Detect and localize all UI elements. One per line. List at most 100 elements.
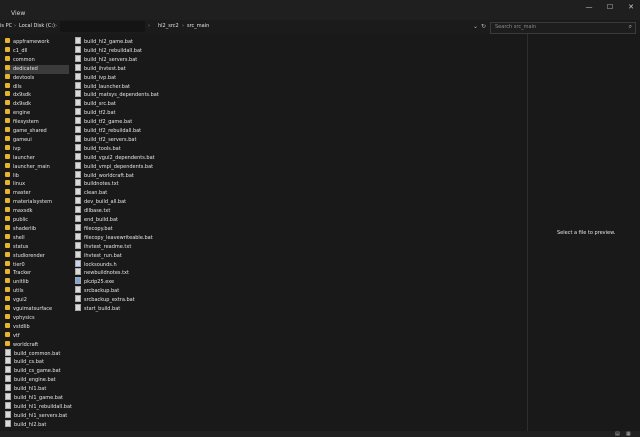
item-label: build_cs_game.bat	[14, 368, 61, 375]
file-item[interactable]: build_hl2_servers.bat	[75, 54, 153, 65]
file-item[interactable]: build_cs_game.bat	[5, 366, 69, 376]
file-item[interactable]: build_vmpi_dependents.bat	[75, 161, 153, 172]
folder-item[interactable]: unitlib	[5, 278, 69, 287]
folder-item[interactable]: vgui2	[5, 296, 69, 305]
item-label: dev_build_all.bat	[84, 199, 127, 206]
file-item[interactable]: dev_build_all.bat	[75, 197, 153, 207]
refresh-icon[interactable]: ↻	[481, 23, 486, 30]
file-item[interactable]: start_build.bat	[75, 304, 153, 314]
folder-item[interactable]: launcher_main	[5, 162, 69, 172]
breadcrumb-local-disk[interactable]: Local Disk (C:)	[19, 23, 55, 29]
search-box[interactable]: Search src_main ⌕	[490, 22, 636, 34]
folder-item[interactable]: status	[5, 242, 69, 252]
file-item[interactable]: build_cs.bat	[5, 357, 69, 367]
folder-item[interactable]: shell	[5, 233, 69, 243]
file-item[interactable]: build_hl1_game.bat	[5, 393, 69, 403]
file-item[interactable]: build_matsys_dependents.bat	[75, 90, 159, 100]
file-item[interactable]: build_tf2_rebuildall.bat	[75, 126, 153, 136]
tiles-view-icon[interactable]: ▦	[626, 431, 631, 437]
file-item[interactable]: build_launcher.bat	[75, 81, 153, 92]
file-item[interactable]: buildnotes.txt	[75, 179, 153, 189]
file-item[interactable]: srcbackup_extra.bat	[75, 295, 153, 305]
file-item[interactable]: build_tf2_servers.bat	[75, 134, 153, 145]
file-item[interactable]: build_hl2.bat	[5, 419, 69, 430]
folder-item[interactable]: devtools	[5, 73, 69, 83]
file-item[interactable]: build_hl2_game.bat	[75, 37, 153, 47]
menu-view[interactable]: View	[11, 10, 25, 17]
folder-item[interactable]: maxsdk	[5, 207, 69, 216]
file-icon	[75, 241, 81, 249]
folder-item[interactable]: Tracker	[5, 269, 69, 278]
folder-item[interactable]: engine	[5, 109, 69, 118]
folder-item[interactable]: filesystem	[5, 118, 69, 127]
file-item[interactable]: build_tf2.bat	[75, 108, 153, 118]
details-view-icon[interactable]: ▤	[615, 431, 620, 437]
folder-item[interactable]: c1_dll	[5, 46, 69, 56]
folder-item[interactable]: public	[5, 216, 69, 225]
preview-divider[interactable]	[527, 34, 528, 431]
folder-item[interactable]: gameui	[5, 135, 69, 145]
file-item[interactable]: build_hl1_rebuildall.bat	[5, 401, 72, 412]
file-icon	[75, 188, 81, 196]
file-item[interactable]: clean.bat	[75, 188, 153, 198]
breadcrumb-this-pc[interactable]: is PC	[0, 23, 12, 29]
folder-item[interactable]: linux	[5, 180, 69, 189]
file-item[interactable]: build_ivp.bat	[75, 72, 153, 83]
file-item[interactable]: ihvtest_run.bat	[75, 250, 153, 261]
folder-item[interactable]: lib	[5, 171, 69, 181]
folder-item[interactable]: dlls	[5, 82, 69, 92]
file-item[interactable]: build_tools.bat	[75, 143, 153, 154]
file-item[interactable]: build_hl1.bat	[5, 384, 69, 394]
file-item[interactable]: build_tf2_game.bat	[75, 117, 153, 127]
folder-item[interactable]: utils	[5, 287, 69, 296]
file-item[interactable]: build_vgui2_dependents.bat	[75, 152, 155, 163]
folder-item[interactable]: studiorender	[5, 251, 69, 261]
folder-item[interactable]: dx9sdk	[5, 91, 69, 100]
breadcrumb-src-main[interactable]: src_main	[187, 23, 209, 29]
file-item[interactable]: filecopy_leavewriteable.bat	[75, 232, 153, 243]
folder-item[interactable]: game_shared	[5, 127, 69, 136]
file-item[interactable]: build_worldcraft.bat	[75, 170, 153, 181]
folder-item[interactable]: tier0	[5, 260, 69, 270]
file-item[interactable]: pkzip25.exe	[75, 277, 153, 287]
folder-item[interactable]: dx9sdk	[5, 100, 69, 109]
file-item[interactable]: srcbackup.bat	[75, 286, 153, 296]
folder-item[interactable]: vstdlib	[5, 322, 69, 332]
search-input[interactable]: Search src_main	[495, 24, 536, 30]
file-icon	[75, 215, 81, 222]
breadcrumb-separator: ›	[14, 23, 16, 29]
folder-item[interactable]: common	[5, 55, 69, 65]
file-item[interactable]: dllbase.txt	[75, 206, 153, 216]
file-item[interactable]: build_engine.bat	[5, 375, 69, 385]
folder-item[interactable]: materialsystem	[5, 198, 69, 207]
file-item[interactable]: newbuildnotes.txt	[75, 268, 153, 278]
maximize-button[interactable]: ☐	[604, 2, 616, 12]
folder-item[interactable]: master	[5, 189, 69, 198]
breadcrumb-hl2-src2[interactable]: hl2_src2	[158, 23, 179, 29]
folder-item[interactable]: ivp	[5, 144, 69, 154]
file-item[interactable]: locksounds.h	[75, 259, 153, 270]
folder-item[interactable]: dedicated	[5, 64, 69, 74]
item-label: build_tf2_servers.bat	[84, 136, 137, 143]
folder-item[interactable]: vtf	[5, 331, 69, 341]
dropdown-icon[interactable]: ⌄	[473, 23, 478, 30]
file-item[interactable]: build_hl2_rebuildall.bat	[75, 45, 153, 56]
file-icon	[5, 410, 11, 418]
folder-item[interactable]: launcher	[5, 153, 69, 163]
file-item[interactable]: build_hl1_servers.bat	[5, 410, 69, 421]
file-item[interactable]: build_common.bat	[5, 348, 69, 359]
folder-item[interactable]: vphysics	[5, 313, 69, 323]
folder-item[interactable]: worldcraft	[5, 340, 69, 350]
minimize-button[interactable]: —	[583, 2, 595, 12]
close-button[interactable]: ✕	[625, 2, 637, 12]
file-item[interactable]: build_ihvtest.bat	[75, 63, 153, 74]
file-icon	[75, 286, 81, 294]
folder-item[interactable]: vguimatsurface	[5, 305, 69, 314]
file-item[interactable]: build_src.bat	[75, 99, 153, 109]
folder-item[interactable]: appframework	[5, 38, 69, 47]
file-item[interactable]: ihvtest_readme.txt	[75, 241, 153, 252]
file-item[interactable]: end_build.bat	[75, 215, 153, 225]
item-label: launcher_main	[13, 163, 50, 170]
file-item[interactable]: filecopy.bat	[75, 223, 153, 234]
folder-item[interactable]: shaderlib	[5, 224, 69, 234]
